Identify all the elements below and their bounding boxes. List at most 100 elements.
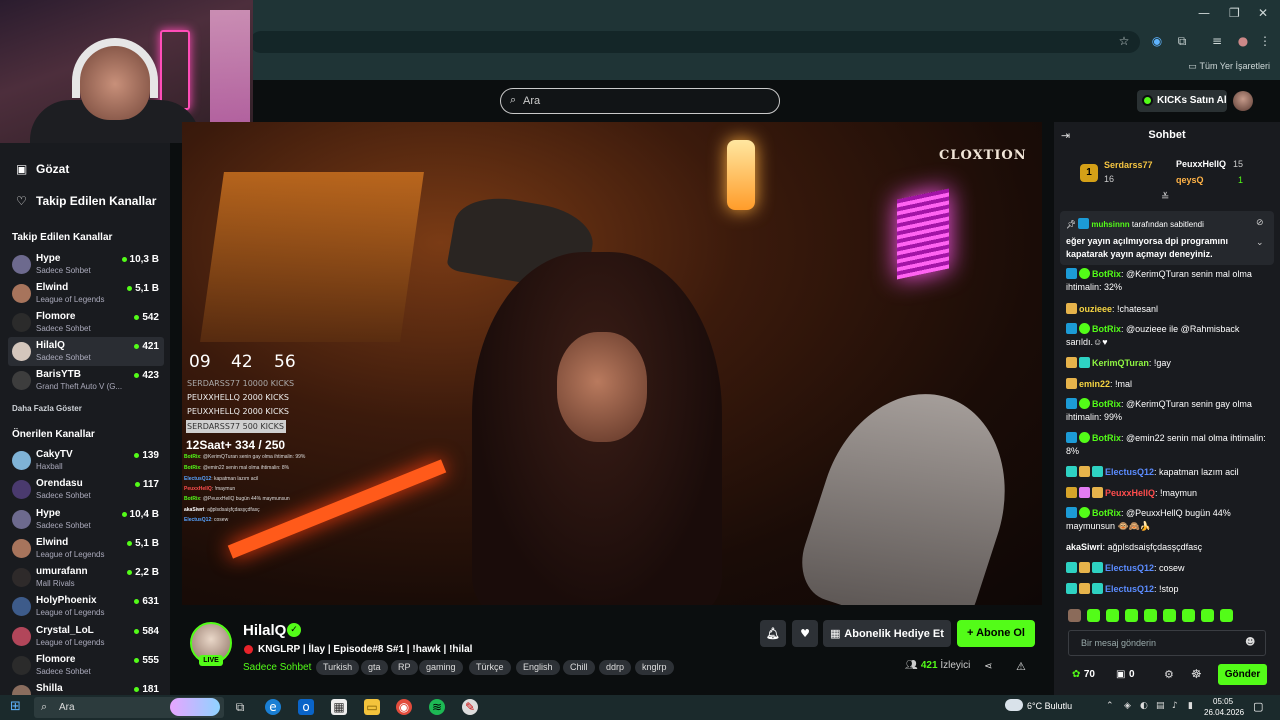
- search-placeholder[interactable]: Ara: [523, 95, 540, 107]
- send-button[interactable]: Gönder: [1218, 664, 1267, 685]
- avatar[interactable]: [1233, 91, 1253, 111]
- kicks-balance[interactable]: ▣ 0: [1116, 669, 1135, 680]
- tag[interactable]: ddrp: [599, 660, 632, 675]
- edge-icon[interactable]: e: [265, 699, 281, 715]
- chat-username[interactable]: BotRix: [1092, 433, 1121, 443]
- chat-username[interactable]: ElectusQ12: [1105, 467, 1154, 477]
- search-input[interactable]: [500, 88, 780, 114]
- followed-channel-item[interactable]: BarisYTB Grand Theft Auto V (G... 423: [8, 366, 164, 395]
- recommended-channel-item[interactable]: umurafann Mall Rivals 2,2 B: [8, 563, 164, 592]
- emote-icon[interactable]: [1125, 609, 1138, 622]
- tray-chevron-icon[interactable]: ⌃: [1106, 701, 1114, 711]
- bookmark-star-icon[interactable]: ☆: [1117, 34, 1131, 48]
- chrome-icon[interactable]: ◉: [396, 699, 412, 715]
- clock-date[interactable]: 26.04.2026: [1204, 708, 1244, 717]
- subscribe-button[interactable]: + Abone Ol: [957, 620, 1035, 647]
- leaderboard-user[interactable]: PeuxxHellQ: [1176, 159, 1226, 169]
- leaderboard-user[interactable]: Serdarss77: [1104, 160, 1153, 170]
- maximize-icon[interactable]: ❐: [1229, 6, 1240, 20]
- chat-username[interactable]: BotRix: [1092, 399, 1121, 409]
- chat-username[interactable]: akaSiwri: [1066, 542, 1103, 552]
- extensions-puzzle-icon[interactable]: ⧉: [1175, 34, 1189, 48]
- notification-icon[interactable]: ▢: [1253, 700, 1263, 713]
- store-icon[interactable]: ▦: [331, 699, 347, 715]
- recommended-channel-item[interactable]: HolyPhoenix League of Legends 631: [8, 592, 164, 621]
- gift-sub-button[interactable]: ▦ Abonelik Hediye Et: [823, 620, 951, 647]
- recommended-channel-item[interactable]: Crystal_LoL League of Legends 584: [8, 622, 164, 651]
- notification-bell-button[interactable]: 🔔︎: [760, 620, 786, 647]
- network-icon[interactable]: ▤: [1156, 701, 1165, 711]
- recommended-channel-item[interactable]: CakyTV Haxball 139: [8, 446, 164, 475]
- follow-button[interactable]: ♥: [792, 620, 818, 647]
- recommended-channel-item[interactable]: Hype Sadece Sohbet 10,4 B: [8, 505, 164, 534]
- chat-username[interactable]: BotRix: [1092, 508, 1121, 518]
- show-more-link[interactable]: Daha Fazla Göster: [12, 404, 82, 413]
- tag[interactable]: knglrp: [635, 660, 674, 675]
- windows-start-icon[interactable]: ⊞: [10, 700, 24, 714]
- battery-icon[interactable]: ▮: [1188, 701, 1193, 711]
- app-icon[interactable]: ✎: [462, 699, 478, 715]
- chat-input-placeholder[interactable]: Bir mesaj gönderin: [1081, 638, 1156, 648]
- chat-username[interactable]: KerimQTuran: [1092, 358, 1149, 368]
- sidebar-item-following[interactable]: ♡ Takip Edilen Kanallar: [16, 194, 156, 208]
- task-view-icon[interactable]: ⧉: [232, 699, 248, 715]
- emote-icon[interactable]: [1144, 609, 1157, 622]
- chevron-down-icon[interactable]: ⌄: [1256, 238, 1264, 248]
- volume-icon[interactable]: ♪: [1172, 701, 1178, 711]
- recommended-channel-item[interactable]: Orendasu Sadece Sohbet 117: [8, 475, 164, 504]
- profile-icon[interactable]: ●: [1236, 34, 1250, 48]
- emote-icon[interactable]: [1087, 609, 1100, 622]
- clock-time[interactable]: 05:05: [1213, 697, 1233, 706]
- followed-channel-item[interactable]: Flomore Sadece Sohbet 542: [8, 308, 164, 337]
- pinned-by-user[interactable]: muhsinnn: [1091, 220, 1129, 229]
- tray-app-icon[interactable]: ◐: [1140, 701, 1148, 711]
- all-bookmarks[interactable]: ▭ Tüm Yer İşaretleri: [1188, 61, 1270, 72]
- recommended-channel-item[interactable]: Elwind League of Legends 5,1 B: [8, 534, 164, 563]
- tray-app-icon[interactable]: ◈: [1124, 701, 1131, 711]
- playlist-icon[interactable]: ≡: [1210, 34, 1224, 48]
- tag[interactable]: Türkçe: [469, 660, 511, 675]
- emote-icon[interactable]: [1163, 609, 1176, 622]
- emoji-icon[interactable]: ☻: [1245, 637, 1255, 648]
- tag[interactable]: English: [516, 660, 560, 675]
- chat-username[interactable]: ouzieee: [1079, 304, 1112, 314]
- followed-channel-item[interactable]: Hype Sadece Sohbet 10,3 B: [8, 250, 164, 279]
- stream-category[interactable]: Sadece Sohbet: [243, 662, 311, 673]
- channel-points[interactable]: ✿ 70: [1072, 669, 1095, 680]
- file-explorer-icon[interactable]: ▭: [364, 699, 380, 715]
- bot-icon[interactable]: ☸: [1191, 667, 1202, 681]
- chat-username[interactable]: ElectusQ12: [1105, 584, 1154, 594]
- hide-pin-icon[interactable]: ⊘: [1256, 218, 1264, 228]
- weather[interactable]: 6°C Bulutlu: [1027, 701, 1072, 711]
- report-icon[interactable]: ⚠: [1016, 660, 1026, 673]
- sidebar-item-browse[interactable]: ▣ Gözat: [16, 162, 69, 176]
- emote-icon[interactable]: [1068, 609, 1081, 622]
- recommended-channel-item[interactable]: Flomore Sadece Sohbet 555: [8, 651, 164, 680]
- tag[interactable]: Chill: [563, 660, 595, 675]
- chat-username[interactable]: emin22: [1079, 379, 1110, 389]
- emote-icon[interactable]: [1182, 609, 1195, 622]
- chat-username[interactable]: BotRix: [1092, 269, 1121, 279]
- spotify-icon[interactable]: ≋: [429, 699, 445, 715]
- followed-channel-item[interactable]: Elwind League of Legends 5,1 B: [8, 279, 164, 308]
- extension-icon[interactable]: ◉: [1150, 34, 1164, 48]
- minimize-icon[interactable]: —: [1198, 6, 1210, 20]
- emote-icon[interactable]: [1106, 609, 1119, 622]
- share-icon[interactable]: ⋖: [984, 661, 992, 672]
- chat-username[interactable]: PeuxxHellQ: [1105, 488, 1155, 498]
- chat-username[interactable]: BotRix: [1092, 324, 1121, 334]
- tag[interactable]: gta: [361, 660, 388, 675]
- close-icon[interactable]: ✕: [1258, 6, 1268, 20]
- tag[interactable]: Turkish: [316, 660, 360, 675]
- emote-icon[interactable]: [1220, 609, 1233, 622]
- tag[interactable]: RP: [391, 660, 418, 675]
- menu-icon[interactable]: ⋮: [1258, 34, 1272, 48]
- outlook-icon[interactable]: o: [298, 699, 314, 715]
- video-player[interactable]: [182, 122, 1042, 605]
- followed-channel-item[interactable]: HilalQ Sadece Sohbet 421: [8, 337, 164, 366]
- gear-icon[interactable]: ⚙: [1164, 668, 1174, 681]
- chat-username[interactable]: ElectusQ12: [1105, 563, 1154, 573]
- streamer-name[interactable]: HilalQ: [243, 622, 286, 639]
- leaderboard-user[interactable]: qeysQ: [1176, 175, 1204, 185]
- recommended-channel-item[interactable]: Shilla 181: [8, 680, 164, 695]
